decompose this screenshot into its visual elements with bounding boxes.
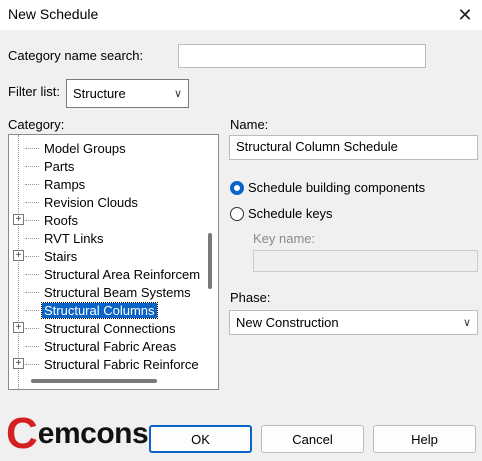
cemcons-logo: C emcons	[6, 409, 149, 458]
category-tree-item-label: Stairs	[44, 248, 78, 264]
horizontal-scrollbar[interactable]	[31, 379, 157, 383]
category-tree-item-label: Revision Clouds	[44, 194, 138, 210]
key-name-input	[253, 250, 478, 272]
category-search-label: Category name search:	[8, 48, 144, 63]
category-label: Category:	[8, 117, 65, 132]
schedule-keys-label[interactable]: Schedule keys	[248, 206, 333, 221]
logo-letter-c: C	[6, 409, 38, 458]
tree-connector	[25, 148, 39, 149]
tree-connector	[25, 364, 39, 365]
title-bar: New Schedule ✕	[0, 0, 482, 30]
category-tree-item[interactable]: Ramps	[9, 175, 209, 193]
category-tree-item-label: Structural Fabric Reinforce	[44, 356, 199, 372]
category-tree-item[interactable]: Structural Area Reinforcem	[9, 265, 209, 283]
expand-icon[interactable]: +	[13, 358, 24, 369]
filter-list-value: Structure	[73, 86, 126, 101]
tree-connector	[25, 346, 39, 347]
key-name-label: Key name:	[253, 231, 316, 246]
help-button[interactable]: Help	[373, 425, 476, 453]
tree-connector	[25, 256, 39, 257]
category-tree-item-label: Parts	[44, 158, 75, 174]
tree-connector	[25, 328, 39, 329]
vertical-scrollbar[interactable]	[208, 233, 212, 289]
radio-schedule-building-components[interactable]	[230, 181, 244, 195]
category-tree-item-label: Structural Connections	[44, 320, 176, 336]
category-search-input[interactable]	[178, 44, 426, 68]
close-icon[interactable]: ✕	[452, 2, 478, 28]
tree-connector	[25, 184, 39, 185]
category-tree-item[interactable]: Parts	[9, 157, 209, 175]
tree-connector	[25, 220, 39, 221]
expand-icon[interactable]: +	[13, 322, 24, 333]
category-tree-item-label: RVT Links	[44, 230, 104, 246]
category-tree-item-label: Structural Columns	[41, 301, 158, 319]
window-title: New Schedule	[8, 6, 99, 22]
name-input[interactable]: Structural Column Schedule	[229, 135, 478, 160]
chevron-down-icon: ∨	[462, 317, 471, 329]
category-tree-item-label: Ramps	[44, 176, 86, 192]
tree-connector	[25, 238, 39, 239]
chevron-down-icon: ∨	[173, 88, 182, 100]
phase-label: Phase:	[230, 290, 271, 305]
tree-connector	[25, 166, 39, 167]
ok-button[interactable]: OK	[149, 425, 252, 453]
expand-icon[interactable]: +	[13, 214, 24, 225]
tree-connector	[25, 274, 39, 275]
radio-schedule-keys[interactable]	[230, 207, 244, 221]
category-tree[interactable]: Model Groups Parts Ramps Revision Clouds + Ro…	[8, 134, 219, 390]
category-tree-item[interactable]: RVT Links	[9, 229, 209, 247]
category-tree-item[interactable]: Structural Columns	[9, 301, 209, 319]
tree-connector	[25, 202, 39, 203]
schedule-building-components-label[interactable]: Schedule building components	[248, 180, 425, 195]
category-tree-item[interactable]: Structural Beam Systems	[9, 283, 209, 301]
category-tree-item-label: Model Groups	[44, 140, 126, 156]
filter-list-label: Filter list:	[8, 84, 60, 99]
category-tree-item[interactable]: + Structural Connections	[9, 319, 209, 337]
category-tree-item[interactable]: + Structural Fabric Reinforce	[9, 355, 209, 373]
expand-icon[interactable]: +	[13, 250, 24, 261]
tree-connector	[25, 292, 39, 293]
category-tree-item[interactable]: + Stairs	[9, 247, 209, 265]
cancel-button[interactable]: Cancel	[261, 425, 364, 453]
category-tree-item[interactable]: Structural Fabric Areas	[9, 337, 209, 355]
category-tree-item[interactable]: + Roofs	[9, 211, 209, 229]
tree-connector	[25, 310, 39, 311]
logo-text: emcons	[37, 417, 149, 450]
category-tree-item-label: Structural Beam Systems	[44, 284, 191, 300]
category-tree-item-label: Structural Fabric Areas	[44, 338, 177, 354]
category-tree-item-label: Roofs	[44, 212, 78, 228]
phase-value: New Construction	[236, 315, 339, 330]
name-label: Name:	[230, 117, 269, 132]
filter-list-select[interactable]: Structure ∨	[66, 79, 189, 108]
category-tree-item[interactable]: Revision Clouds	[9, 193, 209, 211]
category-tree-item-label: Structural Area Reinforcem	[44, 266, 201, 282]
category-tree-item[interactable]: Model Groups	[9, 139, 209, 157]
phase-select[interactable]: New Construction ∨	[229, 310, 478, 335]
